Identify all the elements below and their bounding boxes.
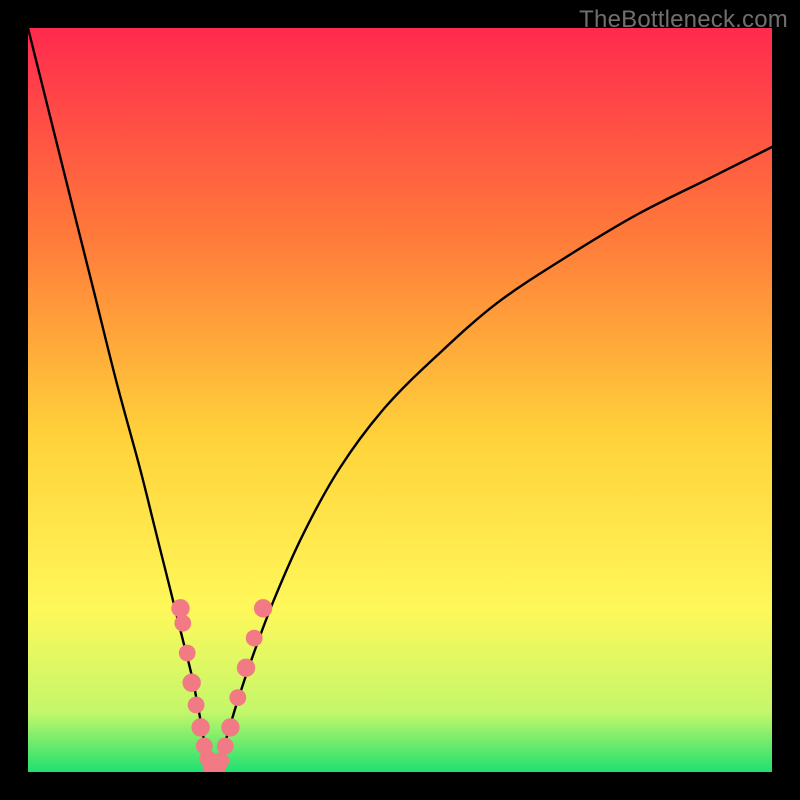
curve-marker — [217, 738, 234, 755]
curve-marker — [254, 599, 272, 617]
curve-marker — [179, 645, 196, 662]
watermark-text: TheBottleneck.com — [579, 6, 788, 34]
curve-marker — [246, 630, 263, 647]
curve-marker — [171, 599, 189, 617]
curve-marker — [174, 615, 191, 632]
curve-marker — [229, 689, 246, 706]
plot-frame — [28, 28, 772, 772]
curve-marker — [237, 659, 255, 677]
curve-marker — [188, 697, 205, 714]
gradient-background — [28, 28, 772, 772]
curve-marker — [191, 718, 209, 736]
plot-svg — [28, 28, 772, 772]
curve-marker — [212, 752, 229, 769]
curve-marker — [183, 674, 201, 692]
curve-marker — [221, 718, 239, 736]
